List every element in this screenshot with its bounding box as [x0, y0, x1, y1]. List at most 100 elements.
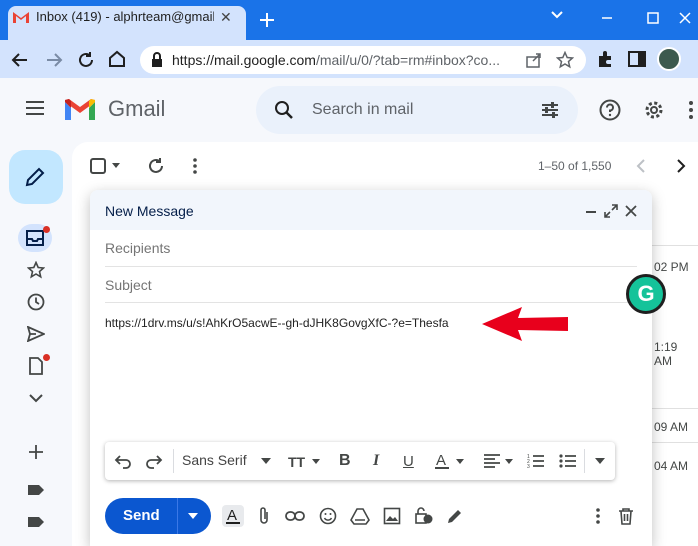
link-icon[interactable]	[284, 505, 306, 527]
send-icon[interactable]	[24, 322, 48, 346]
compose-window	[90, 190, 652, 546]
formatting-options-icon[interactable]: A	[222, 505, 244, 527]
pencil-icon	[24, 166, 46, 188]
list-row-divider	[652, 442, 698, 443]
inbox-icon	[26, 230, 44, 246]
font-toolbar-divider	[584, 449, 585, 473]
mail-time: 02 PM	[654, 260, 689, 274]
attach-icon[interactable]	[253, 505, 275, 527]
align-icon[interactable]	[483, 451, 515, 471]
lock-icon[interactable]	[150, 52, 164, 68]
settings-icon[interactable]	[643, 99, 665, 121]
red-arrow-icon	[480, 304, 570, 344]
more-options-icon[interactable]	[587, 505, 609, 527]
font-select[interactable]: Sans Serif	[182, 452, 247, 468]
prev-page-icon[interactable]	[636, 159, 646, 173]
grammarly-icon[interactable]: G	[626, 274, 666, 314]
label-icon[interactable]	[24, 510, 48, 534]
more-formatting-icon[interactable]	[595, 451, 605, 471]
signature-icon[interactable]	[444, 505, 466, 527]
checkbox-icon[interactable]	[90, 158, 106, 174]
tab-title: Inbox (419) - alphrteam@gmail.c	[36, 9, 214, 24]
chevron-down-icon[interactable]	[261, 451, 271, 471]
mail-time: 09 AM	[654, 420, 689, 434]
maximize-icon[interactable]	[630, 4, 676, 32]
gmail-logo-icon	[12, 10, 30, 24]
select-dropdown-icon[interactable]	[111, 162, 121, 170]
expand-icon[interactable]	[604, 204, 618, 218]
search-input[interactable]: Search in mail	[312, 101, 413, 119]
redo-icon[interactable]	[145, 451, 163, 471]
chevron-down-icon[interactable]	[24, 386, 48, 410]
url-path: /mail/u/0/?tab=rm#inbox?co...	[315, 52, 501, 68]
chevron-down-icon[interactable]	[550, 7, 564, 21]
list-row-divider	[652, 245, 698, 246]
trash-icon[interactable]	[615, 505, 637, 527]
mail-time: 1:19 AM	[654, 340, 678, 368]
close-icon[interactable]: ✕	[220, 9, 232, 26]
svg-text:A: A	[227, 507, 237, 524]
share-icon[interactable]	[525, 51, 543, 69]
field-divider	[105, 266, 637, 267]
star-icon[interactable]	[556, 51, 574, 69]
list-row-divider	[652, 408, 698, 409]
draft-badge	[43, 354, 50, 361]
confidential-icon[interactable]	[413, 505, 435, 527]
plus-icon[interactable]	[24, 440, 48, 464]
subject-field[interactable]: Subject	[105, 277, 152, 293]
message-body[interactable]: https://1drv.ms/u/s!AhKrO5acwE--gh-dJHK8…	[105, 316, 449, 330]
field-divider	[105, 302, 637, 303]
next-page-icon[interactable]	[676, 159, 686, 173]
underline-icon[interactable]: U	[403, 451, 414, 471]
clock-icon[interactable]	[24, 290, 48, 314]
search-bar[interactable]	[256, 86, 578, 134]
star-icon[interactable]	[24, 258, 48, 282]
url-host: https://mail.google.com	[172, 52, 316, 68]
numbered-list-icon[interactable]: 123	[527, 451, 545, 471]
gmail-logo-icon[interactable]	[63, 98, 97, 122]
help-icon[interactable]	[599, 99, 621, 121]
sidebar-icon[interactable]	[628, 51, 646, 67]
inbox-unread-badge	[43, 226, 50, 233]
pagination-text: 1–50 of 1,550	[538, 159, 612, 173]
send-divider	[177, 498, 178, 534]
photo-icon[interactable]	[381, 505, 403, 527]
bulleted-list-icon[interactable]	[559, 451, 577, 471]
forward-icon[interactable]	[44, 50, 64, 70]
refresh-icon[interactable]	[147, 157, 165, 175]
send-options-icon[interactable]	[188, 513, 198, 519]
close-icon[interactable]	[625, 205, 637, 217]
search-icon[interactable]	[274, 100, 294, 120]
apps-icon[interactable]	[688, 100, 698, 120]
filter-icon[interactable]	[540, 100, 560, 120]
gmail-wordmark: Gmail	[108, 96, 166, 121]
font-toolbar-divider	[173, 449, 174, 473]
svg-text:3: 3	[527, 464, 530, 469]
back-icon[interactable]	[10, 50, 30, 70]
svg-text:TT: TT	[288, 454, 306, 469]
text-color-icon[interactable]: A	[435, 451, 467, 471]
bold-icon[interactable]: B	[339, 451, 351, 471]
svg-text:A: A	[436, 452, 446, 469]
undo-icon[interactable]	[114, 451, 132, 471]
minimize-icon[interactable]	[584, 4, 630, 32]
recipients-field[interactable]: Recipients	[105, 240, 170, 256]
italic-icon[interactable]: I	[373, 451, 379, 471]
more-icon[interactable]	[191, 157, 199, 175]
send-label: Send	[123, 507, 160, 524]
label-icon[interactable]	[24, 478, 48, 502]
menu-icon[interactable]	[24, 99, 46, 117]
profile-icon[interactable]	[657, 47, 681, 71]
home-icon[interactable]	[107, 49, 127, 69]
url-text[interactable]: https://mail.google.com/mail/u/0/?tab=rm…	[172, 52, 510, 68]
emoji-icon[interactable]	[317, 505, 339, 527]
compose-title: New Message	[105, 203, 194, 219]
drive-icon[interactable]	[349, 505, 371, 527]
reload-icon[interactable]	[76, 50, 96, 70]
plus-icon[interactable]	[258, 11, 276, 29]
mail-time: 04 AM	[654, 459, 689, 473]
window-close-icon[interactable]	[672, 4, 698, 32]
font-size-icon[interactable]: TT	[288, 451, 320, 471]
extensions-icon[interactable]	[596, 50, 614, 68]
minimize-icon[interactable]	[586, 211, 596, 213]
